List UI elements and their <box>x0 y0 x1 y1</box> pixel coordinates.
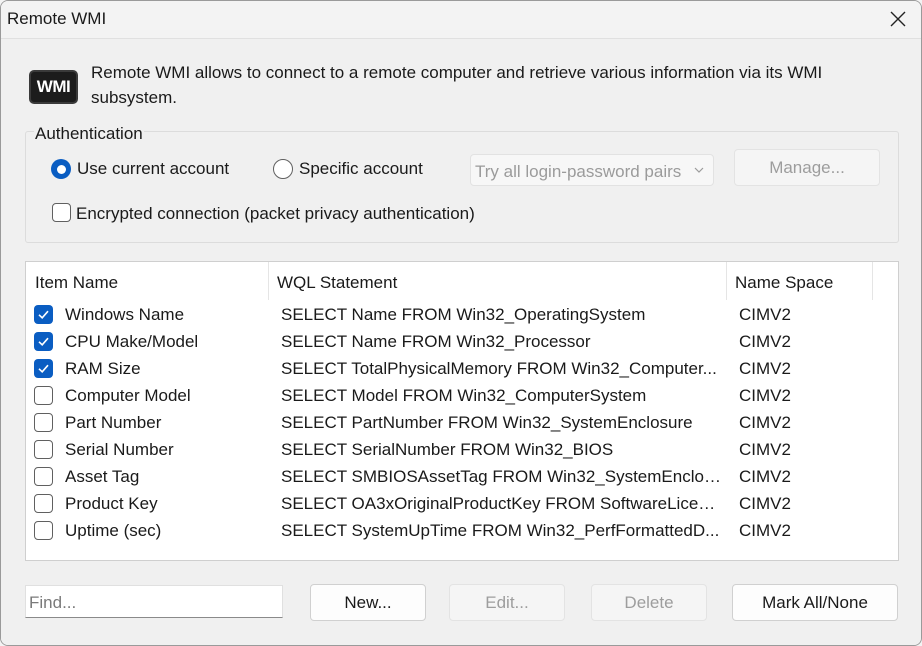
window-title: Remote WMI <box>7 9 107 28</box>
radio-use-current-account-label: Use current account <box>77 159 230 178</box>
row-checkbox[interactable] <box>34 305 53 324</box>
wql-statement-cell: SELECT SMBIOSAssetTag FROM Win32_SystemE… <box>281 467 721 486</box>
authentication-label: Authentication <box>34 124 144 144</box>
manage-button[interactable]: Manage... <box>734 149 880 186</box>
item-name-cell: Serial Number <box>65 440 174 459</box>
row-checkbox[interactable] <box>34 494 53 513</box>
wql-statement-cell: SELECT Name FROM Win32_Processor <box>281 332 591 351</box>
column-header-name-space[interactable]: Name Space <box>726 262 872 302</box>
wql-statement-cell: SELECT Name FROM Win32_OperatingSystem <box>281 305 646 324</box>
wql-statement-cell: SELECT OA3xOriginalProductKey FROM Softw… <box>281 494 721 513</box>
checkmark-icon <box>38 310 49 319</box>
name-space-cell: CIMV2 <box>739 413 791 432</box>
radio-use-current-account[interactable]: Use current account <box>51 159 229 179</box>
column-header-wql-statement[interactable]: WQL Statement <box>268 262 726 302</box>
close-icon <box>890 11 906 27</box>
radio-selected-icon <box>51 159 71 179</box>
table-row[interactable]: Part Number SELECT PartNumber FROM Win32_… <box>26 411 898 438</box>
name-space-cell: CIMV2 <box>739 386 791 405</box>
wmi-logo-icon: WMI <box>29 70 78 104</box>
intro-text: Remote WMI allows to connect to a remote… <box>91 63 823 107</box>
radio-specific-account[interactable]: Specific account <box>273 159 423 179</box>
wql-statement-cell: SELECT SerialNumber FROM Win32_BIOS <box>281 440 614 459</box>
item-name-cell: Product Key <box>65 494 158 513</box>
checkmark-icon <box>38 337 49 346</box>
name-space-cell: CIMV2 <box>739 332 791 351</box>
name-space-cell: CIMV2 <box>739 440 791 459</box>
row-checkbox[interactable] <box>34 332 53 351</box>
title-bar[interactable]: Remote WMI <box>1 1 921 38</box>
column-separator[interactable] <box>872 262 873 300</box>
name-space-cell: CIMV2 <box>739 359 791 378</box>
row-checkbox[interactable] <box>34 359 53 378</box>
find-input[interactable]: Find... <box>25 585 283 618</box>
item-name-cell: RAM Size <box>65 359 141 378</box>
table-row[interactable]: Product Key SELECT OA3xOriginalProductKey… <box>26 492 898 519</box>
table-row[interactable]: Serial Number SELECT SerialNumber FROM Wi… <box>26 438 898 465</box>
wql-statement-cell: SELECT Model FROM Win32_ComputerSystem <box>281 386 647 405</box>
row-checkbox[interactable] <box>34 413 53 432</box>
wql-statement-cell: SELECT SystemUpTime FROM Win32_PerfForma… <box>281 521 720 540</box>
close-button[interactable] <box>883 5 913 33</box>
row-checkbox[interactable] <box>34 521 53 540</box>
wmi-items-list[interactable]: Item Name WQL Statement Name Space Windo… <box>25 261 899 561</box>
new-button[interactable]: New... <box>310 584 426 621</box>
chevron-down-icon <box>694 167 704 173</box>
row-checkbox[interactable] <box>34 440 53 459</box>
login-password-combo[interactable]: Try all login-password pairs <box>470 154 714 186</box>
remote-wmi-dialog: Remote WMI WMI Remote WMI allows to conn… <box>0 0 922 646</box>
item-name-cell: Computer Model <box>65 386 191 405</box>
combo-value: Try all login-password pairs <box>475 162 682 181</box>
checkmark-icon <box>38 364 49 373</box>
mark-all-none-button[interactable]: Mark All/None <box>732 584 898 621</box>
row-checkbox[interactable] <box>34 467 53 486</box>
encrypted-connection-checkbox[interactable] <box>52 203 71 222</box>
name-space-cell: CIMV2 <box>739 521 791 540</box>
edit-button[interactable]: Edit... <box>449 584 565 621</box>
row-checkbox[interactable] <box>34 386 53 405</box>
item-name-cell: Uptime (sec) <box>65 521 162 540</box>
item-name-cell: Windows Name <box>65 305 185 324</box>
column-header-item-name[interactable]: Item Name <box>26 262 268 302</box>
wql-statement-cell: SELECT PartNumber FROM Win32_SystemEnclo… <box>281 413 693 432</box>
encrypted-connection-label: Encrypted connection (packet privacy aut… <box>76 204 475 223</box>
name-space-cell: CIMV2 <box>739 467 791 486</box>
delete-button[interactable]: Delete <box>591 584 707 621</box>
table-row[interactable]: Uptime (sec) SELECT SystemUpTime FROM Win… <box>26 519 898 546</box>
dialog-body: WMI Remote WMI allows to connect to a re… <box>1 38 921 645</box>
table-row[interactable]: Asset Tag SELECT SMBIOSAssetTag FROM Win3… <box>26 465 898 492</box>
item-name-cell: CPU Make/Model <box>65 332 199 351</box>
item-name-cell: Asset Tag <box>65 467 140 486</box>
item-name-cell: Part Number <box>65 413 162 432</box>
name-space-cell: CIMV2 <box>739 494 791 513</box>
table-row[interactable]: Windows Name SELECT Name FROM Win32_Opera… <box>26 303 898 330</box>
radio-specific-account-label: Specific account <box>299 159 423 178</box>
table-row[interactable]: Computer Model SELECT Model FROM Win32_Co… <box>26 384 898 411</box>
table-row[interactable]: RAM Size SELECT TotalPhysicalMemory FROM … <box>26 357 898 384</box>
authentication-group <box>25 131 899 243</box>
table-row[interactable]: CPU Make/Model SELECT Name FROM Win32_Pro… <box>26 330 898 357</box>
name-space-cell: CIMV2 <box>739 305 791 324</box>
radio-unselected-icon <box>273 159 293 179</box>
wql-statement-cell: SELECT TotalPhysicalMemory FROM Win32_Co… <box>281 359 717 378</box>
